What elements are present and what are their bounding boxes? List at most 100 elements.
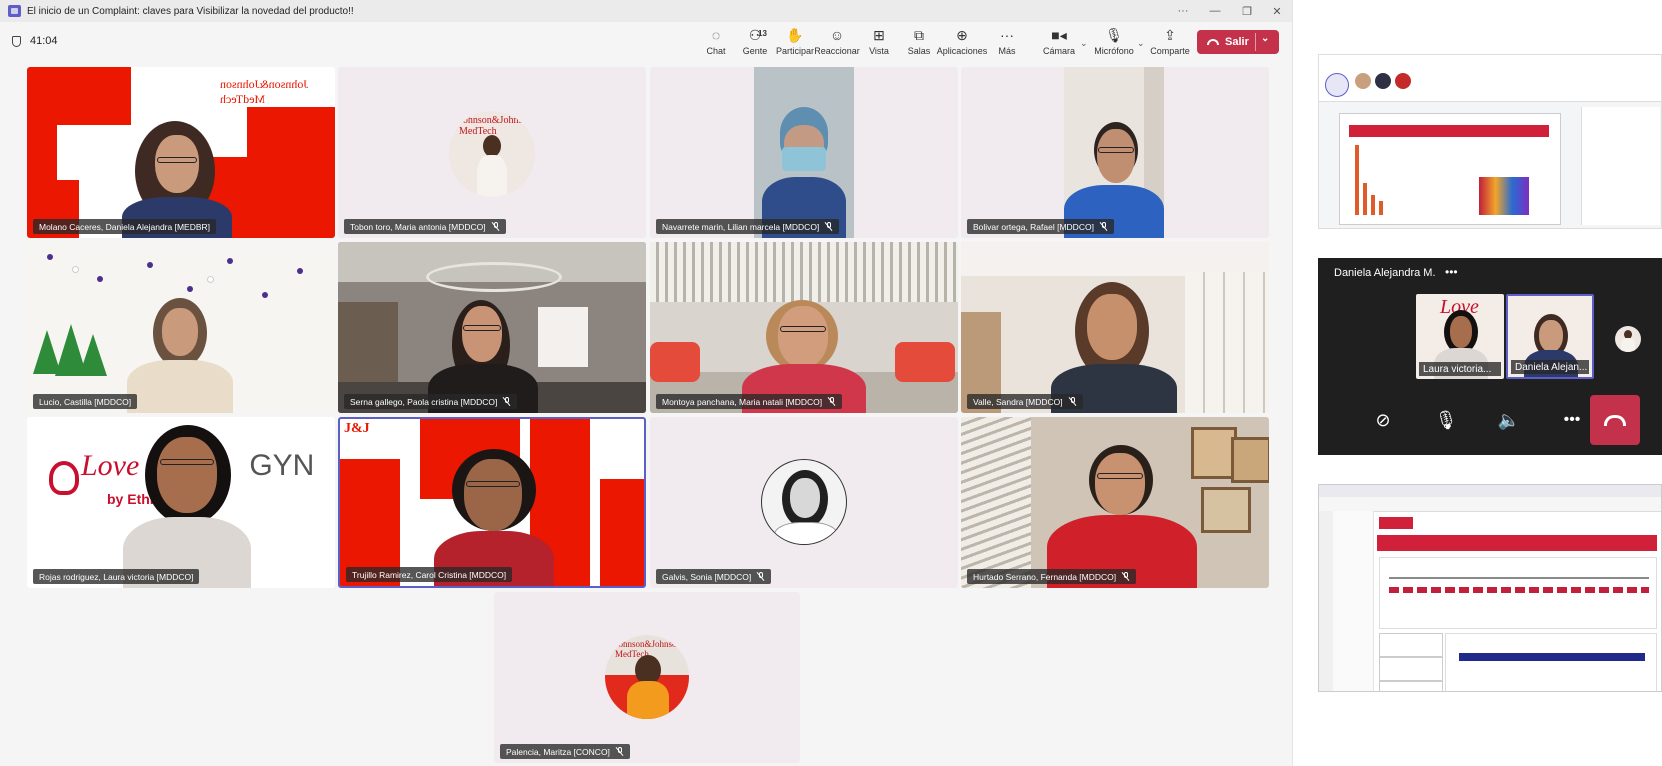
mic-off-icon	[1122, 572, 1130, 581]
share-button[interactable]: ⇪ Comparte	[1147, 26, 1193, 62]
share-icon: ⇪	[1164, 27, 1176, 43]
participant-name: Serna gallego, Paola cristina [MDDCO]	[344, 394, 518, 409]
participant-name: Molano Caceres, Daniela Alejandra [MEDBR…	[33, 219, 217, 234]
meeting-toolbar: 41:04 ◌ Chat ⚇ 13 Gente ✋ Participar ☺ R…	[0, 22, 1292, 64]
apps-button[interactable]: ⊕ Aplicaciones	[936, 26, 988, 62]
rooms-button[interactable]: ⧉ Salas	[896, 26, 942, 62]
participant-tile[interactable]: Johnson&Johnson MedTech Palencia, Maritz…	[494, 592, 800, 763]
chevron-down-icon[interactable]: ⌄	[1080, 38, 1088, 49]
participant-tile[interactable]: Johnson&Johnson MedTech Molano Caceres, …	[27, 67, 335, 238]
speaker-button[interactable]: 🔈	[1484, 395, 1534, 445]
camera-label: Cámara	[1042, 46, 1075, 56]
more-options-icon[interactable]: ···	[1168, 0, 1198, 22]
jj-logo: J&J	[344, 421, 370, 436]
hang-up-icon	[1207, 39, 1219, 45]
participant-tile[interactable]: Bolivar ortega, Rafael [MDDCO]	[961, 67, 1269, 238]
mic-button[interactable]: 🎙 Micrófono	[1091, 26, 1137, 62]
view-label: Vista	[869, 46, 889, 56]
minimize-button[interactable]: —	[1200, 0, 1230, 22]
participant-tile[interactable]: Montoya panchana, Maria natali [MDDCO]	[650, 242, 958, 413]
maximize-button[interactable]: ❐	[1232, 0, 1262, 22]
participant-tile[interactable]: Love GYN by Ethicon Rojas rodriguez, Lau…	[27, 417, 335, 588]
react-button[interactable]: ☺ Reaccionar	[814, 26, 860, 62]
close-button[interactable]: ✕	[1262, 0, 1292, 22]
jnj-logo-small: Johnson&Johnson MedTech	[459, 115, 533, 137]
leave-button[interactable]: Salir ⌄	[1197, 30, 1279, 54]
shared-screen-thumbnail	[1318, 54, 1662, 229]
video-thumbnail[interactable]: Love Laura victoria...	[1416, 294, 1504, 379]
participant-tile[interactable]: Navarrete marin, Lilian marcela [MDDCO]	[650, 67, 958, 238]
mic-off-icon: 🎙	[1434, 409, 1458, 430]
rooms-label: Salas	[907, 46, 931, 56]
ellipsis-icon: ···	[1000, 27, 1014, 43]
mic-off-icon	[828, 397, 836, 406]
participant-tile[interactable]: Galvis, Sonia [MDDCO]	[650, 417, 958, 588]
mic-label: Micrófono	[1094, 46, 1134, 56]
more-label: Más	[998, 46, 1016, 56]
participant-tile-active[interactable]: J&J Trujillo Ramirez, Carol Cristina [MD…	[338, 417, 646, 588]
hang-up-button[interactable]	[1590, 395, 1640, 445]
camera-icon: ■◂	[1051, 27, 1067, 43]
avatar	[761, 459, 847, 545]
avatar	[1615, 326, 1641, 352]
participant-name: Rojas rodriguez, Laura victoria [MDDCO]	[33, 569, 200, 584]
ellipsis-icon: •••	[1563, 411, 1581, 428]
camera-off-button[interactable]: ⊘	[1358, 395, 1408, 445]
participant-name: Navarrete marin, Lilian marcela [MDDCO]	[656, 219, 840, 234]
more-button[interactable]: ··· Más	[984, 26, 1030, 62]
mic-off-icon	[492, 222, 500, 231]
raise-hand-button[interactable]: ✋ Participar	[772, 26, 818, 62]
ellipsis-icon[interactable]: •••	[1445, 265, 1458, 279]
participant-tile[interactable]: Valle, Sandra [MDDCO]	[961, 242, 1269, 413]
mic-off-button[interactable]: 🎙	[1421, 395, 1471, 445]
apps-label: Aplicaciones	[936, 46, 988, 56]
mic-off-icon	[825, 222, 833, 231]
participant-name: Palencia, Maritza [CONCO]	[500, 744, 630, 759]
window-title: El inicio de un Complaint: claves para V…	[27, 5, 354, 17]
rooms-icon: ⧉	[914, 27, 924, 43]
react-label: Reaccionar	[814, 46, 860, 56]
chevron-down-icon[interactable]: ⌄	[1137, 38, 1145, 49]
microphone-icon: 🎙	[1105, 27, 1123, 43]
participant-name: Tobon toro, Maria antonia [MDDCO]	[344, 219, 506, 234]
camera-button[interactable]: ■◂ Cámara	[1036, 26, 1082, 62]
mic-off-icon	[757, 572, 765, 581]
participant-name: Lucio, Castilla [MDDCO]	[33, 394, 138, 409]
teams-app-icon	[8, 5, 21, 17]
avatar: Johnson&Johnson MedTech	[605, 635, 689, 719]
lovegyn-love-text: Love	[81, 449, 140, 482]
thumb-label: Daniela Alejan...	[1511, 360, 1589, 374]
participant-tile[interactable]: Lucio, Castilla [MDDCO]	[27, 242, 335, 413]
mic-off-icon	[616, 747, 624, 756]
jnj-logo: Johnson&Johnson MedTech	[220, 77, 309, 106]
people-label: Gente	[742, 46, 768, 56]
participant-name: Trujillo Ramirez, Carol Cristina [MDDCO]	[346, 567, 513, 582]
mic-off-icon	[503, 397, 511, 406]
participant-tile[interactable]: Serna gallego, Paola cristina [MDDCO]	[338, 242, 646, 413]
participant-tile[interactable]: Hurtado Serrano, Fernanda [MDDCO]	[961, 417, 1269, 588]
mic-off-icon	[1100, 222, 1108, 231]
avatar: Johnson&Johnson MedTech	[449, 111, 535, 197]
camera-off-icon: ⊘	[1375, 409, 1391, 430]
participant-name: Bolivar ortega, Rafael [MDDCO]	[967, 219, 1114, 234]
teams-meeting-window: El inicio de un Complaint: claves para V…	[0, 0, 1293, 766]
hang-up-icon	[1604, 414, 1626, 426]
grid-view-icon: ⊞	[873, 27, 885, 43]
call-title: Daniela Alejandra M.	[1334, 267, 1436, 279]
participant-tile[interactable]: Johnson&Johnson MedTech Tobon toro, Mari…	[338, 67, 646, 238]
chat-label: Chat	[706, 46, 726, 56]
title-bar: El inicio de un Complaint: claves para V…	[0, 0, 1292, 22]
speaker-icon: 🔈	[1497, 409, 1521, 430]
smiley-icon: ☺	[829, 27, 845, 43]
people-count: 13	[758, 29, 767, 38]
shield-icon	[12, 35, 21, 47]
share-label: Comparte	[1150, 46, 1190, 56]
video-thumbnail-active[interactable]: Daniela Alejan...	[1506, 294, 1594, 379]
participant-name: Montoya panchana, Maria natali [MDDCO]	[656, 394, 843, 409]
tree-icon	[79, 334, 107, 376]
shared-dashboard-thumbnail	[1318, 484, 1662, 692]
leave-label: Salir	[1225, 36, 1249, 48]
participant-name: Hurtado Serrano, Fernanda [MDDCO]	[967, 569, 1137, 584]
participant-name: Galvis, Sonia [MDDCO]	[656, 569, 772, 584]
chevron-down-icon[interactable]: ⌄	[1261, 33, 1269, 44]
